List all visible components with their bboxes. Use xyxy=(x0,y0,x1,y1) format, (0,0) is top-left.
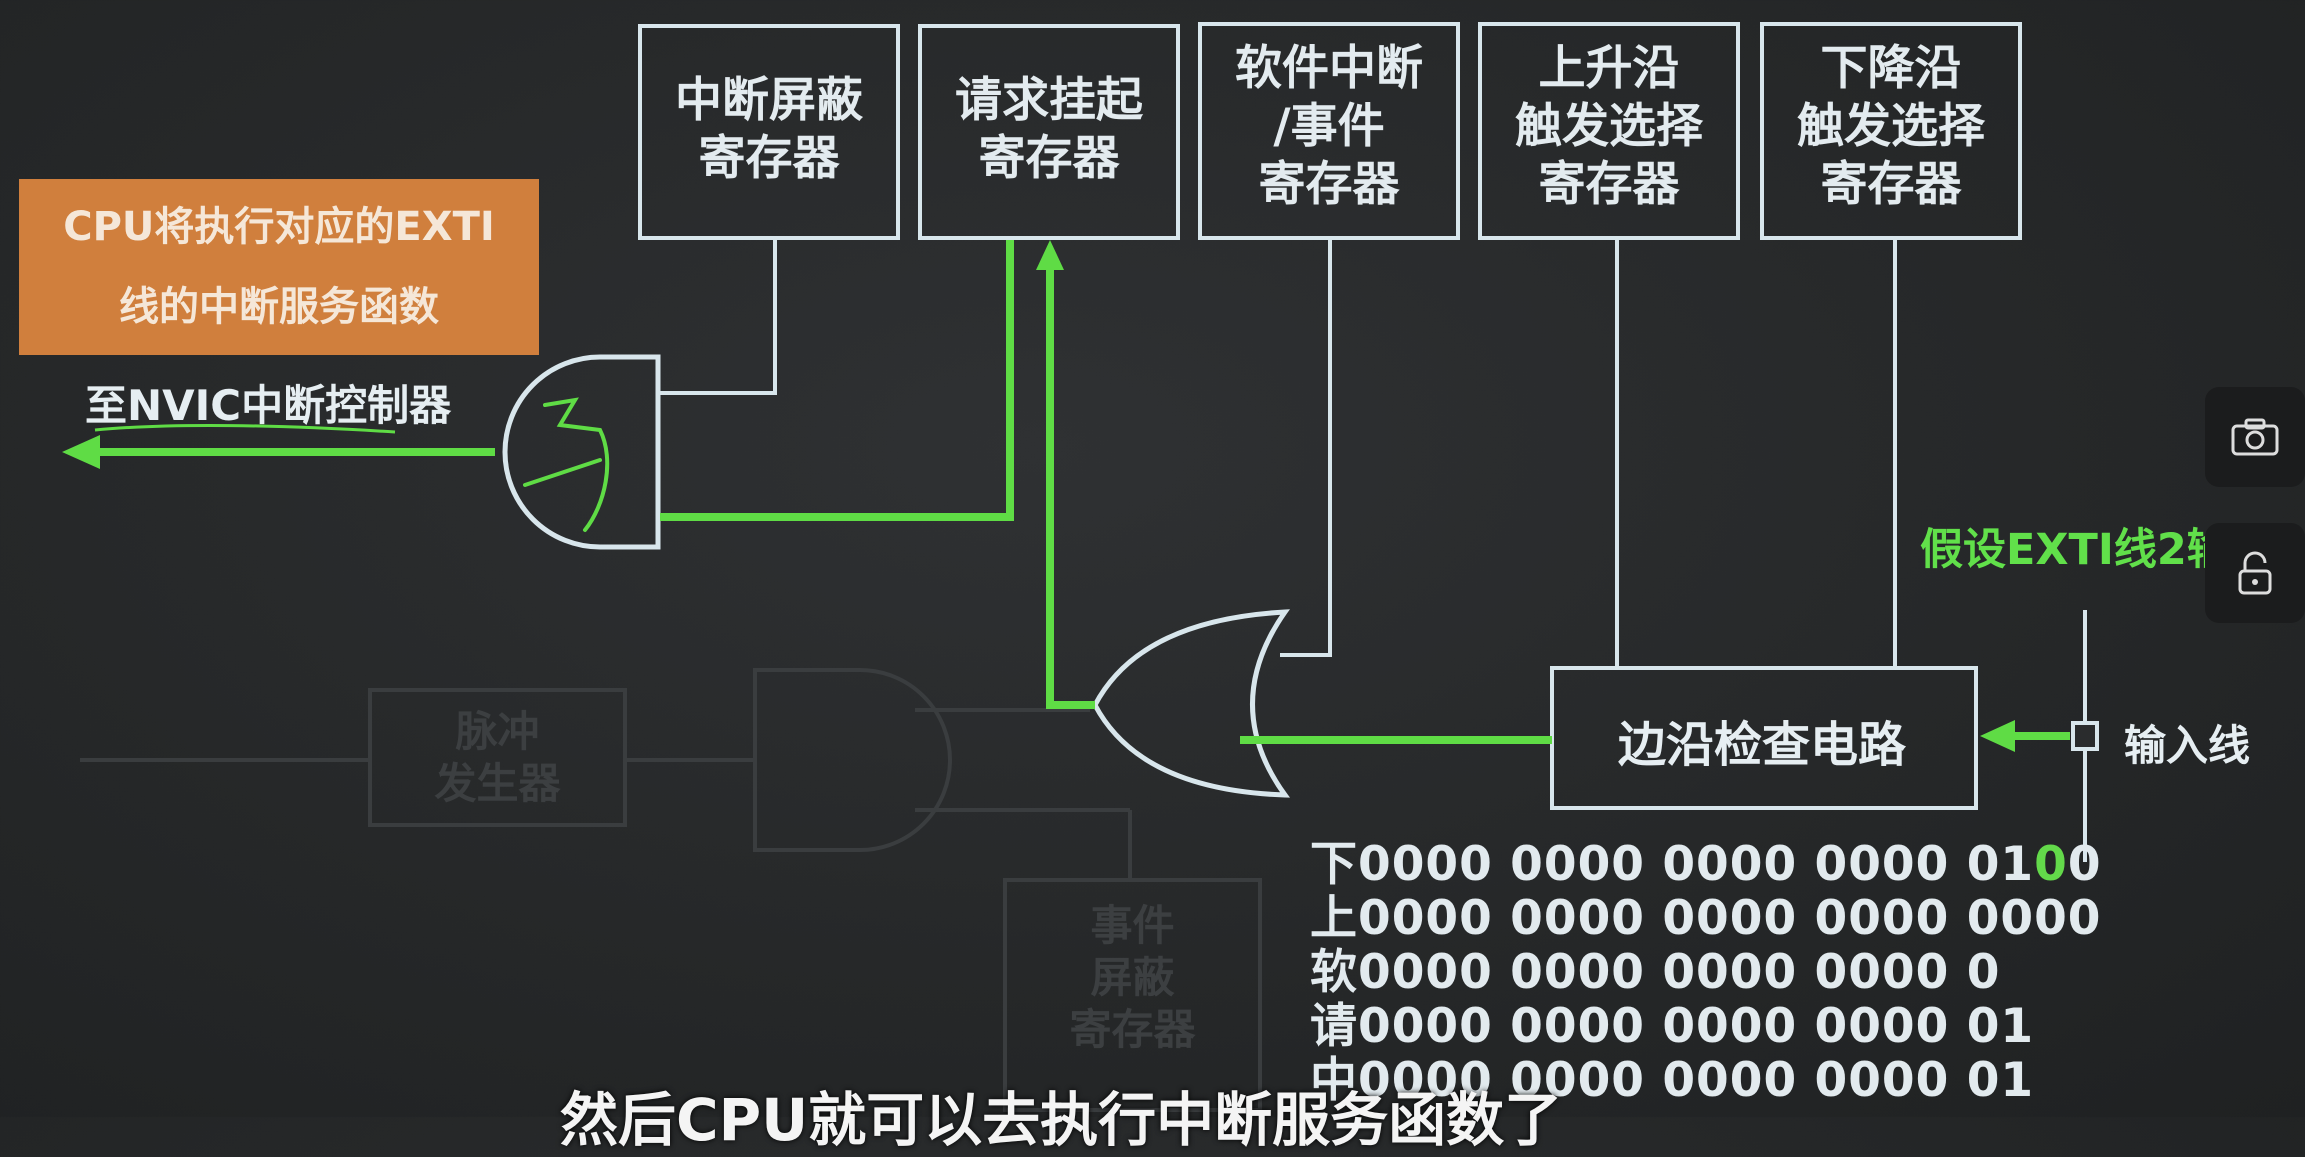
lock-button[interactable] xyxy=(2205,523,2305,623)
bit-row-value: 0000 0000 0000 0000 0000 xyxy=(1358,891,2102,946)
cpu-note-box: CPU将执行对应的EXTI 线的中断服务函数 xyxy=(19,179,539,355)
arrow-left-nvic xyxy=(62,435,100,469)
cpu-note-line-2: 线的中断服务函数 xyxy=(119,284,439,330)
bit-row-value: 0000 0000 0000 0000 01 xyxy=(1358,999,2035,1054)
nvic-label: 至NVIC中断控制器 xyxy=(85,381,452,430)
bit-row-value: 0000 0000 0000 0000 0 xyxy=(1358,945,2001,1000)
arrow-up xyxy=(1036,240,1064,270)
bit-row-value: 0 xyxy=(2034,837,2068,892)
event-mask-label: 事件 屏蔽 寄存器 xyxy=(1069,901,1196,1054)
mask-register-label: 中断屏蔽 寄存器 xyxy=(675,73,863,186)
bit-table: 下0000 0000 0000 0000 0100 上0000 0000 0000… xyxy=(1310,838,2102,1108)
camera-icon xyxy=(2231,418,2279,456)
pending-register-label: 请求挂起 寄存器 xyxy=(955,73,1143,186)
input-line-label: 输入线 xyxy=(2124,721,2251,770)
bit-row-value: 0 xyxy=(2067,837,2102,892)
edge-circuit-label: 边沿检查电路 xyxy=(1617,717,1906,773)
bit-row: 请0000 0000 0000 0000 01 xyxy=(1310,1000,2102,1054)
rising-register-label: 上升沿 触发选择 寄存器 xyxy=(1515,41,1703,212)
bit-row-value: 0000 0000 0000 0000 01 xyxy=(1358,837,2035,892)
input-terminal xyxy=(2071,721,2099,751)
arrow-into-edge xyxy=(1980,720,2015,752)
video-subtitle: 然后CPU就可以去执行中断服务函数了 xyxy=(560,1086,1563,1154)
pulse-generator-label: 脉冲 发生器 xyxy=(434,707,561,808)
screenshot-button[interactable] xyxy=(2205,387,2305,487)
bit-row-prefix: 上 xyxy=(1310,891,1358,946)
and-gate xyxy=(502,354,661,550)
or-gate xyxy=(1092,609,1291,798)
and-gate-handwriting xyxy=(523,397,610,532)
bit-row-prefix: 软 xyxy=(1310,945,1358,1000)
bit-row: 下0000 0000 0000 0000 0100 xyxy=(1310,838,2102,892)
cpu-note-line-1: CPU将执行对应的EXTI xyxy=(63,204,495,250)
bit-row-prefix: 请 xyxy=(1310,999,1358,1054)
swi-register-label: 软件中断/事件 寄存器 xyxy=(1235,41,1423,212)
bit-row: 上0000 0000 0000 0000 0000 xyxy=(1310,892,2102,946)
bit-row-prefix: 下 xyxy=(1310,837,1358,892)
bit-row: 软0000 0000 0000 0000 0 xyxy=(1310,946,2102,1000)
falling-register-label: 下降沿 触发选择 寄存器 xyxy=(1797,41,1985,212)
lock-icon xyxy=(2238,551,2272,595)
